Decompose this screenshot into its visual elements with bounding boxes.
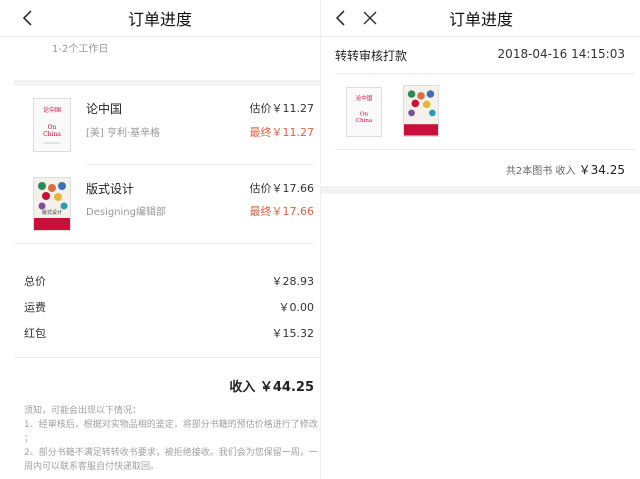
cover-cn-title: 版式设计: [42, 209, 62, 216]
total-label: 总价: [24, 275, 46, 288]
summary-amount: ￥34.25: [578, 163, 625, 177]
status-divider: [335, 73, 635, 74]
status-timestamp: 2018-04-16 14:15:03: [497, 47, 625, 61]
summary-prefix: 共2本图书 收入: [505, 166, 576, 177]
page-title: 订单进度: [127, 10, 192, 29]
red-packet-value: ￥15.32: [271, 327, 315, 340]
cover-en-line2: China: [43, 131, 61, 138]
design-cover-icon: [404, 86, 438, 136]
final-price: 最终￥17.66: [249, 205, 315, 218]
notice-heading: 须知，可能会出现以下情况：: [24, 406, 142, 416]
section-gap: [321, 186, 640, 194]
page-title: 订单进度: [448, 10, 513, 29]
top-nav: 订单进度: [321, 0, 640, 36]
section-gap: [14, 80, 320, 86]
shipping-value: ￥0.00: [278, 301, 315, 314]
red-packet-label: 红包: [24, 327, 46, 340]
cover-en-line2: China: [356, 118, 373, 124]
total-value: ￥28.93: [271, 275, 315, 288]
book-title: 版式设计: [86, 182, 135, 196]
nav-divider: [0, 36, 320, 37]
book-author: [美] 亨利·基辛格: [86, 128, 161, 139]
totals-divider: [14, 357, 320, 358]
item-divider: [86, 164, 314, 165]
cover-cn-title: 论中国: [356, 94, 373, 102]
final-price: 最终￥11.27: [249, 126, 315, 139]
thumbnails-divider: [335, 149, 635, 150]
design-cover-icon: 版式设计: [34, 178, 70, 230]
processing-time: 1-2个工作日: [52, 44, 109, 55]
notice-item-2: 2、部分书籍不满足转转收书要求，被拒绝接收。我们会为您保留一周，一周内可以联系客…: [24, 448, 318, 472]
cover-cn-title: 论中国: [43, 106, 61, 114]
book-author: Designing编辑部: [86, 207, 166, 218]
book-cover-image: 版式设计: [33, 177, 71, 231]
nav-divider: [321, 36, 640, 37]
book-thumbnail[interactable]: 论中国 On China: [346, 87, 382, 137]
estimated-price: 估价￥17.66: [249, 182, 315, 195]
order-summary: 共2本图书 收入 ￥34.25: [506, 161, 625, 178]
income-total: 收入 ￥44.25: [229, 380, 314, 395]
right-screen: 订单进度 转转审核打款 2018-04-16 14:15:03 论中国 On C…: [320, 0, 640, 479]
on-china-cover-icon: 论中国 On China: [347, 88, 381, 136]
shipping-label: 运费: [24, 301, 46, 314]
book-title: 论中国: [86, 102, 123, 116]
on-china-cover-icon: 论中国 On China: [34, 99, 70, 151]
cover-en-line1: On: [48, 124, 57, 131]
section-divider: [14, 243, 314, 244]
top-nav: 订单进度: [0, 0, 320, 36]
book-cover-image: 论中国 On China: [33, 98, 71, 152]
notice-item-1: 1、经审核后，根据对实物品相的鉴定，将部分书籍的预估价格进行了修改 ；: [24, 420, 318, 444]
order-status: 转转审核打款: [335, 49, 408, 63]
estimated-price: 估价￥11.27: [249, 102, 315, 115]
book-thumbnail[interactable]: [403, 85, 439, 137]
left-screen: 订单进度 1-2个工作日 论中国 On China 论中国 [美] 亨利·基辛格…: [0, 0, 320, 479]
cover-en-line1: On: [360, 112, 369, 118]
